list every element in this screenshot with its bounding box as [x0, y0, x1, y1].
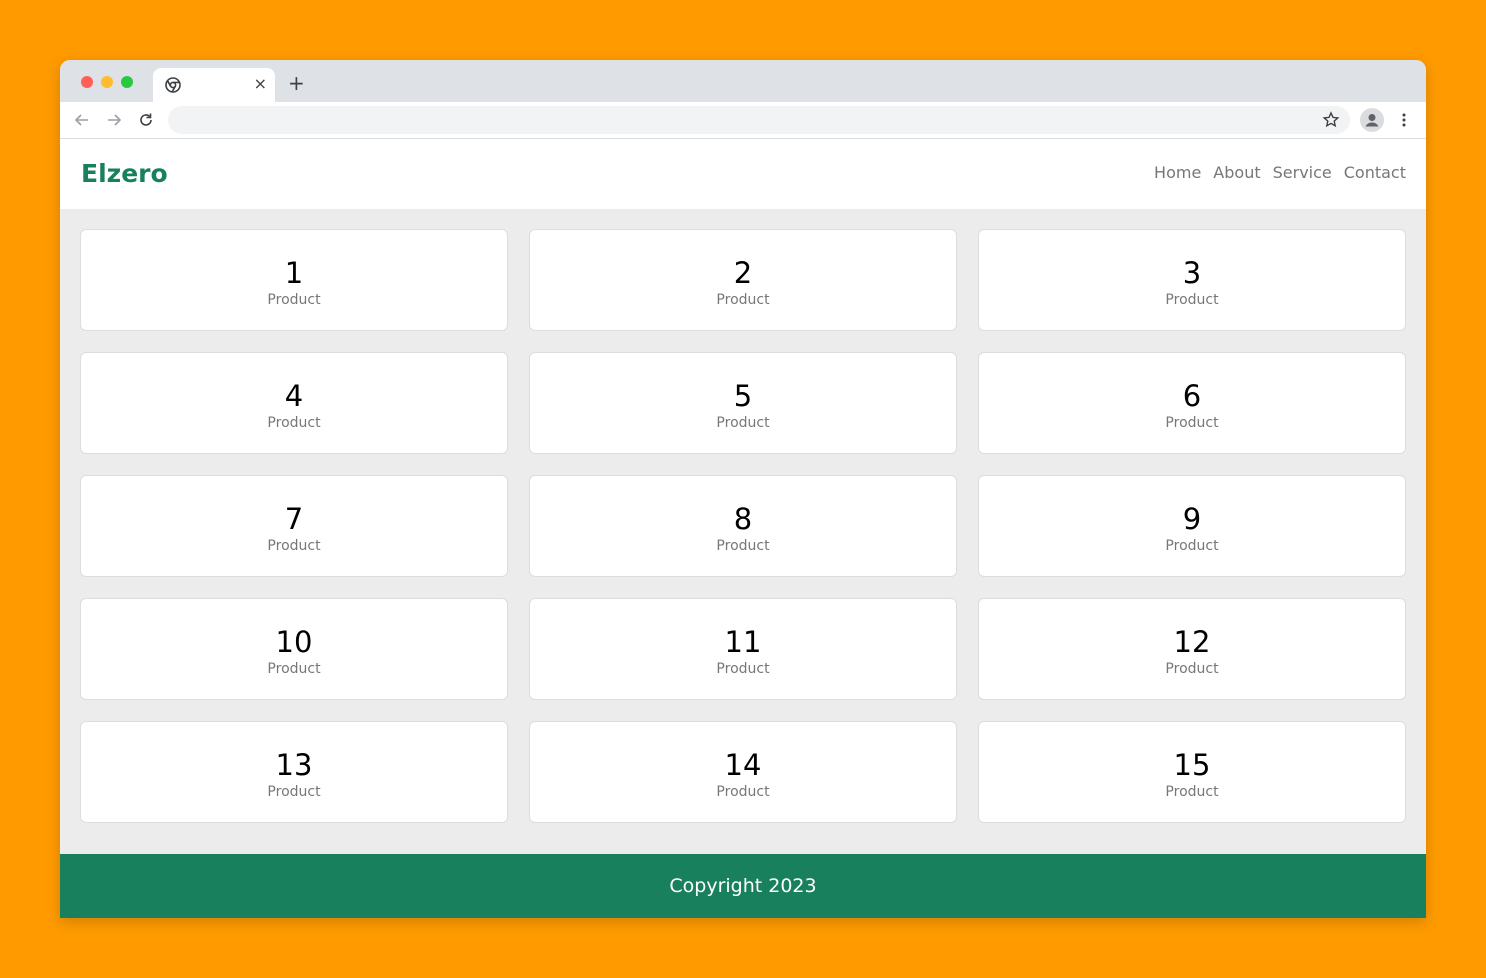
product-number: 5: [733, 379, 753, 413]
product-number: 14: [724, 748, 762, 782]
nav-link-home[interactable]: Home: [1154, 163, 1201, 182]
product-number: 7: [284, 502, 304, 536]
product-card: 1 Product: [80, 229, 508, 331]
site-footer: Copyright 2023: [60, 854, 1426, 918]
product-card: 7 Product: [80, 475, 508, 577]
nav-link-service[interactable]: Service: [1273, 163, 1332, 182]
close-window-button[interactable]: [81, 76, 93, 88]
new-tab-button[interactable]: +: [288, 73, 305, 93]
product-card: 3 Product: [978, 229, 1406, 331]
product-card: 11 Product: [529, 598, 957, 700]
product-number: 3: [1182, 256, 1202, 290]
star-icon[interactable]: [1322, 111, 1340, 129]
product-card: 15 Product: [978, 721, 1406, 823]
forward-arrow-icon[interactable]: [105, 111, 123, 129]
product-label: Product: [267, 784, 321, 800]
product-label: Product: [267, 415, 321, 431]
product-label: Product: [716, 784, 770, 800]
chrome-icon: [165, 77, 181, 93]
minimize-window-button[interactable]: [101, 76, 113, 88]
product-card: 9 Product: [978, 475, 1406, 577]
browser-toolbar: [60, 102, 1426, 139]
product-number: 2: [733, 256, 753, 290]
product-label: Product: [1165, 661, 1219, 677]
site-header: Elzero Home About Service Contact: [60, 139, 1426, 209]
nav-link-about[interactable]: About: [1213, 163, 1260, 182]
products-grid: 1 Product 2 Product 3 Product 4 Product 5 Pro…: [80, 229, 1406, 823]
product-card: 4 Product: [80, 352, 508, 454]
tab-bar: × +: [60, 60, 1426, 102]
product-number: 6: [1182, 379, 1202, 413]
product-card: 12 Product: [978, 598, 1406, 700]
product-label: Product: [1165, 784, 1219, 800]
product-number: 11: [724, 625, 762, 659]
product-number: 4: [284, 379, 304, 413]
browser-window: × + Elzero Home About Service Contact 1 …: [60, 60, 1426, 918]
product-card: 5 Product: [529, 352, 957, 454]
browser-tab[interactable]: ×: [153, 68, 275, 102]
site-logo[interactable]: Elzero: [81, 159, 168, 188]
product-label: Product: [716, 538, 770, 554]
maximize-window-button[interactable]: [121, 76, 133, 88]
product-card: 14 Product: [529, 721, 957, 823]
product-number: 12: [1173, 625, 1211, 659]
product-number: 9: [1182, 502, 1202, 536]
product-card: 6 Product: [978, 352, 1406, 454]
back-arrow-icon[interactable]: [73, 111, 91, 129]
product-card: 8 Product: [529, 475, 957, 577]
product-label: Product: [267, 292, 321, 308]
product-card: 2 Product: [529, 229, 957, 331]
product-number: 8: [733, 502, 753, 536]
product-label: Product: [1165, 292, 1219, 308]
profile-icon[interactable]: [1360, 108, 1384, 132]
close-tab-icon[interactable]: ×: [254, 74, 267, 94]
product-label: Product: [267, 661, 321, 677]
product-number: 10: [275, 625, 313, 659]
product-number: 1: [284, 256, 304, 290]
product-card: 10 Product: [80, 598, 508, 700]
product-card: 13 Product: [80, 721, 508, 823]
nav-link-contact[interactable]: Contact: [1344, 163, 1406, 182]
product-label: Product: [1165, 415, 1219, 431]
address-bar[interactable]: [168, 106, 1350, 134]
main-nav: Home About Service Contact: [1154, 163, 1406, 182]
product-number: 15: [1173, 748, 1211, 782]
copyright-text: Copyright 2023: [669, 875, 817, 897]
product-label: Product: [716, 292, 770, 308]
product-label: Product: [1165, 538, 1219, 554]
product-label: Product: [267, 538, 321, 554]
kebab-menu-icon[interactable]: [1398, 111, 1410, 129]
product-number: 13: [275, 748, 313, 782]
product-label: Product: [716, 661, 770, 677]
reload-icon[interactable]: [137, 111, 155, 129]
product-label: Product: [716, 415, 770, 431]
